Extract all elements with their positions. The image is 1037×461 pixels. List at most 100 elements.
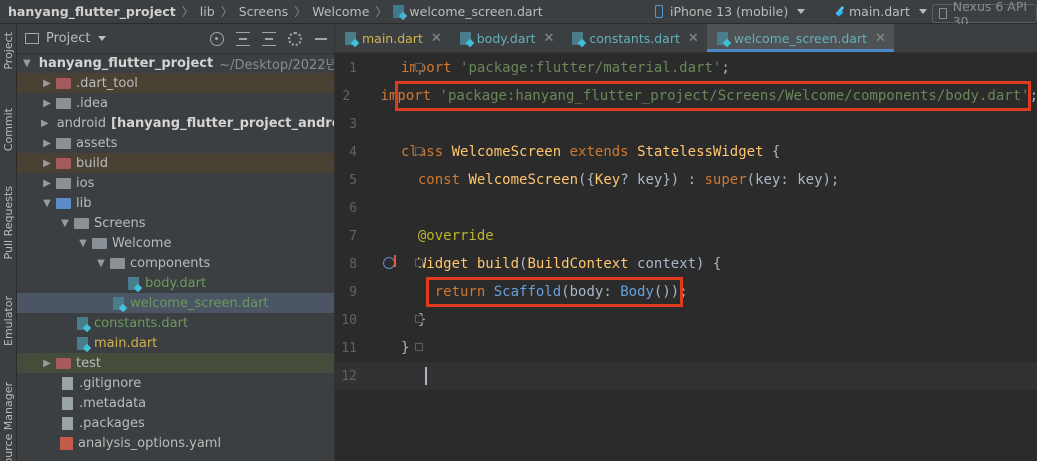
chevron-down-icon[interactable]: ▼ [23, 58, 31, 69]
chevron-down-icon[interactable]: ▼ [59, 218, 71, 229]
collapse-all-icon[interactable] [262, 32, 276, 46]
folder-icon [56, 137, 71, 149]
tree-item-android[interactable]: ▶ android [hanyang_flutter_project_andro [17, 113, 334, 133]
tree-root[interactable]: ▼ hanyang_flutter_project ~/Desktop/2022… [17, 53, 334, 73]
code-line[interactable]: 11 } [335, 334, 1037, 362]
run-config-selector[interactable]: main.dart [835, 0, 927, 23]
breadcrumb-welcome[interactable]: Welcome [312, 4, 369, 19]
code-text: } [401, 340, 410, 356]
breadcrumb-screens[interactable]: Screens [239, 4, 289, 19]
tool-tab-project[interactable]: Project [0, 32, 17, 70]
fold-marker-icon[interactable] [415, 315, 423, 323]
locate-file-icon[interactable] [210, 32, 224, 46]
fold-marker-icon[interactable] [415, 259, 423, 267]
breadcrumb-separator: 〉 [181, 5, 194, 19]
tree-item-build[interactable]: ▶ build [17, 153, 334, 173]
tree-item-dart-tool[interactable]: ▶ .dart_tool [17, 73, 334, 93]
code-line[interactable]: 7 @override [335, 222, 1037, 250]
excluded-folder-icon [56, 77, 71, 89]
breadcrumb-project[interactable]: hanyang_flutter_project [8, 4, 176, 19]
tree-item-screens[interactable]: ▼ Screens [17, 213, 334, 233]
device-label: iPhone 13 (mobile) [670, 4, 789, 19]
navigation-bar: hanyang_flutter_project 〉 lib 〉 Screens … [0, 0, 1037, 29]
breadcrumb-file[interactable]: welcome_screen.dart [393, 4, 543, 19]
tree-item-lib[interactable]: ▼ lib [17, 193, 334, 213]
line-number: 9 [349, 284, 357, 300]
flutter-icon [835, 6, 844, 18]
project-tree: ▼ hanyang_flutter_project ~/Desktop/2022… [17, 53, 334, 453]
close-icon[interactable]: ✕ [431, 31, 442, 46]
tree-item-welcome-screen-dart[interactable]: welcome_screen.dart [17, 293, 334, 313]
tree-item-ios[interactable]: ▶ ios [17, 173, 334, 193]
tree-item-main-dart[interactable]: main.dart [17, 333, 334, 353]
code-line[interactable]: 1 import 'package:flutter/material.dart'… [335, 54, 1037, 82]
breadcrumb-separator: 〉 [375, 5, 388, 19]
tree-item-welcome[interactable]: ▼ Welcome [17, 233, 334, 253]
tool-tab-emulator[interactable]: Emulator [0, 296, 17, 346]
folder-icon [74, 217, 89, 229]
breadcrumb-lib[interactable]: lib [200, 4, 215, 19]
chevron-down-icon[interactable]: ▼ [41, 198, 53, 209]
code-text: Widget build(BuildContext context) { [417, 256, 722, 272]
highlight-box-import [395, 81, 1031, 111]
chevron-down-icon[interactable] [98, 36, 107, 41]
tree-item-test[interactable]: ▶ test [17, 353, 334, 373]
code-line[interactable]: 6 [335, 194, 1037, 222]
close-icon[interactable]: ✕ [688, 31, 699, 46]
expand-all-icon[interactable] [236, 32, 250, 46]
line-number: 12 [341, 368, 357, 384]
tool-tab-commit[interactable]: Commit [0, 108, 17, 151]
close-icon[interactable]: ✕ [875, 31, 886, 46]
tab-main-dart[interactable]: main.dart ✕ [335, 24, 450, 52]
fold-marker-icon[interactable] [415, 343, 423, 351]
code-text: import 'package:flutter/material.dart'; [401, 60, 730, 76]
tab-welcome-screen-dart[interactable]: welcome_screen.dart ✕ [706, 24, 894, 52]
chevron-right-icon[interactable]: ▶ [41, 78, 53, 89]
tree-item-constants-dart[interactable]: constants.dart [17, 313, 334, 333]
code-line-current[interactable]: 12 [335, 362, 1037, 390]
tool-tab-resource-manager[interactable]: Resource Manager [0, 382, 17, 461]
tree-item-assets[interactable]: ▶ assets [17, 133, 334, 153]
chevron-right-icon[interactable]: ▶ [41, 178, 53, 189]
tree-item-gitignore[interactable]: .gitignore [17, 373, 334, 393]
tab-constants-dart[interactable]: constants.dart ✕ [562, 24, 706, 52]
chevron-right-icon[interactable]: ▶ [41, 158, 53, 169]
tree-item-components[interactable]: ▼ components [17, 253, 334, 273]
dart-file-icon [113, 296, 124, 310]
folder-icon [56, 97, 71, 109]
breadcrumb-separator: 〉 [294, 5, 307, 19]
line-number: 4 [349, 144, 357, 160]
close-icon[interactable]: ✕ [544, 31, 555, 46]
fold-marker-icon[interactable] [415, 63, 423, 71]
dart-file-icon [459, 31, 471, 45]
gear-icon[interactable] [288, 32, 302, 46]
device-selector[interactable]: iPhone 13 (mobile) [655, 0, 806, 23]
code-line[interactable]: 8 Widget build(BuildContext context) { [335, 250, 1037, 278]
tab-body-dart[interactable]: body.dart ✕ [450, 24, 563, 52]
chevron-right-icon[interactable]: ▶ [41, 138, 53, 149]
chevron-right-icon[interactable]: ▶ [41, 358, 53, 369]
code-line[interactable]: 10 } [335, 306, 1037, 334]
code-line[interactable]: 5 const WelcomeScreen({Key? key}) : supe… [335, 166, 1037, 194]
tool-tab-pull-requests[interactable]: Pull Requests [0, 186, 17, 259]
tree-item-metadata[interactable]: .metadata [17, 393, 334, 413]
tree-item-idea[interactable]: ▶ .idea [17, 93, 334, 113]
emulator-selector[interactable]: Nexus 6 API 30 [932, 0, 1037, 29]
line-number: 10 [341, 312, 357, 328]
chevron-down-icon[interactable]: ▼ [77, 238, 89, 249]
hide-panel-icon[interactable] [314, 32, 328, 46]
chevron-right-icon[interactable]: ▶ [41, 98, 53, 109]
chevron-down-icon[interactable]: ▼ [95, 258, 107, 269]
chevron-right-icon[interactable]: ▶ [41, 118, 49, 129]
project-panel-title[interactable]: Project [46, 31, 90, 46]
tree-item-analysis-options[interactable]: analysis_options.yaml [17, 433, 334, 453]
fold-marker-icon[interactable] [415, 147, 423, 155]
code-line[interactable]: 4 class WelcomeScreen extends StatelessW… [335, 138, 1037, 166]
tablet-icon [939, 8, 947, 19]
tree-item-body-dart[interactable]: body.dart [17, 273, 334, 293]
chevron-down-icon [918, 9, 927, 14]
code-line[interactable]: 3 [335, 110, 1037, 138]
editor-tabs: main.dart ✕ body.dart ✕ constants.dart ✕… [335, 24, 1037, 53]
dart-file-icon [77, 316, 88, 330]
tree-item-packages[interactable]: .packages [17, 413, 334, 433]
